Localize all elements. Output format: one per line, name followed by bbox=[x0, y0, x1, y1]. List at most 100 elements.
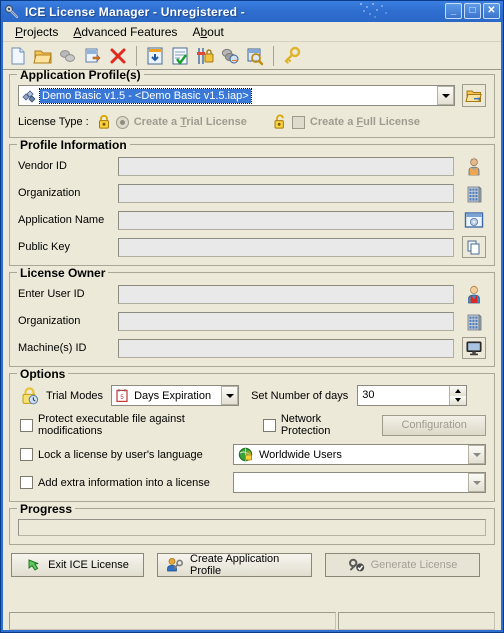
lock-open-icon bbox=[273, 114, 287, 130]
machine-id-field[interactable] bbox=[118, 338, 454, 358]
validate-icon[interactable] bbox=[169, 45, 191, 67]
menu-advanced-features[interactable]: Advanced Features bbox=[66, 23, 184, 41]
protect-executable-label: Protect executable file against modifica… bbox=[38, 413, 185, 437]
lock-closed-icon bbox=[97, 114, 111, 130]
new-document-icon[interactable] bbox=[7, 45, 29, 67]
save-as-icon[interactable] bbox=[82, 45, 104, 67]
create-full-license-checkbox[interactable] bbox=[291, 115, 305, 129]
profile-combobox-arrow[interactable] bbox=[437, 86, 454, 105]
generate-icon[interactable] bbox=[219, 45, 241, 67]
titlebar-texture bbox=[359, 2, 391, 21]
toolbar-separator bbox=[136, 45, 137, 66]
application-window: ICE License Manager - Unregistered - _ □… bbox=[0, 0, 504, 633]
generate-license-label: Generate License bbox=[370, 559, 458, 571]
save-icon[interactable] bbox=[57, 45, 79, 67]
lock-clock-icon bbox=[20, 386, 40, 406]
profiles-icon bbox=[21, 88, 37, 104]
delete-icon[interactable] bbox=[107, 45, 129, 67]
organization-label: Organization bbox=[18, 187, 81, 199]
lock-settings-icon[interactable] bbox=[194, 45, 216, 67]
form-body: Application Profile(s) Demo Basic v1.5 -… bbox=[3, 70, 501, 630]
calendar-icon: 5 bbox=[115, 388, 129, 403]
vendor-id-label: Vendor ID bbox=[18, 160, 67, 172]
network-protection-checkbox[interactable] bbox=[262, 418, 276, 432]
globe-lock-icon bbox=[238, 447, 253, 462]
create-application-profile-label: Create Application Profile bbox=[190, 553, 280, 577]
maximize-button[interactable]: □ bbox=[464, 3, 481, 19]
user-business-icon[interactable] bbox=[462, 155, 486, 177]
toolbar bbox=[3, 42, 501, 70]
progress-bar bbox=[18, 519, 486, 536]
stepper-down-button[interactable] bbox=[450, 395, 467, 405]
application-profiles-group: Application Profile(s) Demo Basic v1.5 -… bbox=[9, 70, 495, 138]
import-icon[interactable] bbox=[144, 45, 166, 67]
protect-executable-checkbox[interactable] bbox=[20, 418, 33, 432]
building-icon[interactable] bbox=[462, 182, 486, 204]
profile-information-group: Profile Information Vendor ID Organizati… bbox=[9, 138, 495, 266]
configuration-button[interactable]: Confi g uration bbox=[382, 414, 486, 436]
create-application-profile-button[interactable]: Create Application Profile bbox=[157, 553, 312, 577]
extra-information-checkbox[interactable] bbox=[20, 476, 33, 489]
public-key-label: Public Key bbox=[18, 241, 70, 253]
progress-group: Progress bbox=[9, 502, 495, 545]
owner-organization-field[interactable] bbox=[118, 311, 454, 331]
copy-icon[interactable] bbox=[462, 236, 486, 258]
create-trial-license-label: Create a Trial License bbox=[133, 116, 247, 128]
create-profile-icon bbox=[166, 557, 184, 573]
window-title: ICE License Manager - Unregistered - bbox=[25, 4, 245, 19]
set-number-of-days-value[interactable]: 30 bbox=[358, 386, 449, 405]
menu-about[interactable]: About bbox=[185, 23, 230, 41]
options-group: Options Trial Modes 5 Days Expiration Se… bbox=[9, 367, 495, 502]
application-window-icon[interactable] bbox=[462, 209, 486, 231]
user-icon[interactable] bbox=[462, 283, 486, 305]
window-icon-key-icon bbox=[4, 4, 20, 20]
trial-modes-combobox-arrow[interactable] bbox=[221, 386, 239, 405]
organization-field[interactable] bbox=[118, 183, 454, 203]
application-name-field[interactable] bbox=[118, 210, 454, 230]
status-bar bbox=[9, 612, 495, 630]
minimize-button[interactable]: _ bbox=[445, 3, 462, 19]
language-combobox-arrow[interactable] bbox=[468, 445, 485, 464]
extra-information-label: Add extra information into a license bbox=[38, 476, 210, 489]
monitor-icon[interactable] bbox=[462, 337, 486, 359]
client-area: PProjectsrojects Advanced Features About bbox=[3, 22, 501, 630]
options-legend: Options bbox=[17, 367, 69, 381]
language-combobox[interactable]: Worldwide Users bbox=[233, 444, 486, 465]
action-button-row: Exit ICE License Create Application Prof… bbox=[9, 553, 495, 577]
trial-modes-combobox[interactable]: 5 Days Expiration bbox=[111, 385, 240, 406]
vendor-id-field[interactable] bbox=[118, 156, 454, 176]
public-key-field[interactable] bbox=[118, 237, 454, 257]
enter-user-id-field[interactable] bbox=[118, 284, 454, 304]
license-type-label: License Type : bbox=[18, 116, 89, 128]
owner-organization-label: Organization bbox=[18, 315, 81, 327]
exit-ice-license-button[interactable]: Exit ICE License bbox=[11, 553, 144, 577]
menu-projects[interactable]: PProjectsrojects bbox=[8, 23, 65, 41]
generate-license-button[interactable]: Generate License bbox=[325, 553, 480, 577]
extra-information-combobox[interactable] bbox=[233, 472, 486, 493]
set-number-of-days-stepper[interactable]: 30 bbox=[357, 385, 468, 406]
create-full-license-label: Create a Full License bbox=[309, 116, 420, 128]
profile-combobox[interactable]: Demo Basic v1.5 - <Demo Basic v1.5.iap> bbox=[18, 85, 455, 106]
key-icon[interactable] bbox=[281, 45, 303, 67]
building-icon[interactable] bbox=[462, 310, 486, 332]
stepper-up-button[interactable] bbox=[450, 386, 467, 396]
lock-language-label: Lock a license by user's language bbox=[38, 448, 203, 461]
preview-icon[interactable] bbox=[244, 45, 266, 67]
lock-language-checkbox[interactable] bbox=[20, 448, 33, 461]
toolbar-separator-2 bbox=[273, 45, 274, 66]
open-profile-icon[interactable] bbox=[462, 84, 486, 107]
open-folder-icon[interactable] bbox=[32, 45, 54, 67]
extra-information-combobox-arrow[interactable] bbox=[468, 473, 485, 492]
title-bar: ICE License Manager - Unregistered - _ □… bbox=[1, 1, 503, 22]
application-profiles-legend: Application Profile(s) bbox=[17, 70, 144, 82]
enter-user-id-label: Enter User ID bbox=[18, 288, 85, 300]
close-button[interactable]: ✕ bbox=[483, 3, 500, 19]
create-trial-license-radio[interactable] bbox=[115, 115, 129, 129]
exit-ice-license-label: Exit ICE License bbox=[48, 559, 129, 571]
profile-information-legend: Profile Information bbox=[17, 138, 130, 152]
trial-modes-selected-value: Days Expiration bbox=[134, 389, 212, 402]
status-bar-right-cell bbox=[338, 612, 495, 630]
license-owner-group: License Owner Enter User ID Organization… bbox=[9, 266, 495, 367]
window-controls: _ □ ✕ bbox=[445, 3, 500, 19]
license-owner-legend: License Owner bbox=[17, 266, 109, 280]
